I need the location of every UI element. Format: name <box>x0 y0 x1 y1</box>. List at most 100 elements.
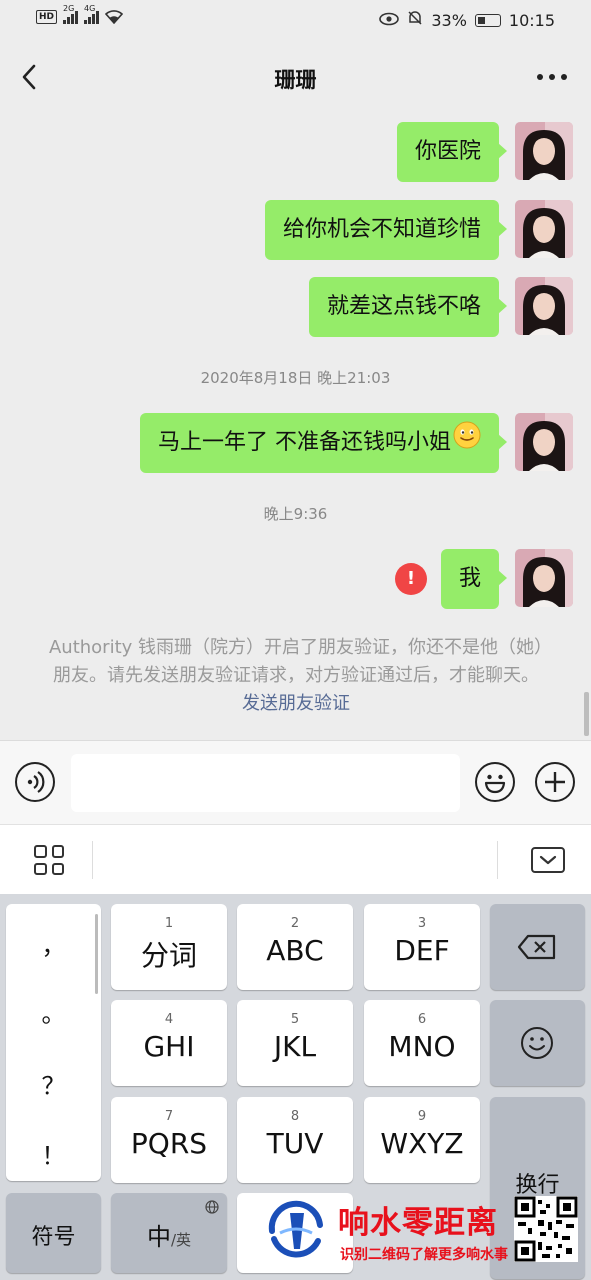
system-notice: Authority 钱雨珊（院方）开启了朋友验证，你还不是他（她）朋友。请先发送… <box>46 634 546 718</box>
backspace-key[interactable] <box>490 904 585 990</box>
emoji-button[interactable] <box>475 762 515 802</box>
clock: 10:15 <box>508 10 555 30</box>
key-6[interactable]: 6 MNO <box>364 1000 480 1086</box>
timestamp: 2020年8月18日 晚上21:03 <box>200 369 391 387</box>
symbols-key[interactable]: 符号 <box>6 1193 101 1273</box>
timestamp: 晚上9:36 <box>263 505 328 523</box>
key-number: 5 <box>290 1012 300 1027</box>
avatar[interactable] <box>515 549 573 607</box>
avatar[interactable] <box>515 122 573 180</box>
system-notice-text: Authority 钱雨珊（院方）开启了朋友验证，你还不是他（她）朋友。请先发送… <box>48 637 544 686</box>
key-5[interactable]: 5 JKL <box>237 1000 353 1086</box>
signal-icon-2: 4G <box>84 4 100 24</box>
message-input[interactable] <box>71 754 460 812</box>
add-more-button[interactable] <box>535 762 575 802</box>
watermark-title: 响水零距离 <box>338 1205 498 1241</box>
key-number: 3 <box>417 916 427 931</box>
key-label: TUV <box>266 1127 324 1160</box>
avatar[interactable] <box>515 200 573 258</box>
battery-percent: 33% <box>431 10 467 30</box>
key-1[interactable]: 1 分词 <box>111 904 227 990</box>
message-row: 就差这点钱不咯 <box>308 277 573 337</box>
message-bubble[interactable]: 给你机会不知道珍惜 <box>264 200 508 260</box>
more-dots-icon <box>537 74 567 80</box>
message-bubble[interactable]: 你医院 <box>396 122 508 182</box>
punctuation-column[interactable]: ， 。 ？ ！ <box>6 904 101 1181</box>
key-number: 4 <box>164 1012 174 1027</box>
key-number: 6 <box>417 1012 427 1027</box>
key-label: DEF <box>394 934 450 967</box>
qr-code <box>514 1196 578 1262</box>
divider <box>497 841 498 879</box>
divider <box>92 841 93 879</box>
keyboard-toolbar <box>0 824 591 894</box>
key-7[interactable]: 7 PQRS <box>111 1097 227 1183</box>
avatar[interactable] <box>515 277 573 335</box>
message-bubble[interactable]: 我 <box>440 549 508 609</box>
key-label: PQRS <box>130 1127 208 1160</box>
signal-icon-1: 2G <box>63 4 79 24</box>
more-options-button[interactable] <box>535 64 569 88</box>
scrollbar[interactable] <box>584 692 589 736</box>
voice-icon <box>27 771 45 793</box>
symbols-key-label: 符号 <box>31 1225 76 1250</box>
key-number: 7 <box>164 1109 174 1124</box>
key-label: 分词 <box>140 939 197 972</box>
message-row: 给你机会不知道珍惜 <box>264 200 573 260</box>
key-label: GHI <box>143 1030 195 1063</box>
key-4[interactable]: 4 GHI <box>111 1000 227 1086</box>
message-row: 你医院 <box>396 122 573 182</box>
key-2[interactable]: 2 ABC <box>237 904 353 990</box>
lang-sub: /英 <box>170 1231 192 1249</box>
emoji-key[interactable] <box>490 1000 585 1086</box>
key-number: 1 <box>164 916 174 931</box>
smile-emoji-icon <box>453 413 481 473</box>
plus-icon <box>545 772 565 792</box>
chat-header: 珊珊 <box>0 40 591 114</box>
voice-button[interactable] <box>15 762 55 802</box>
message-row: 马上一年了 不准备还钱吗小姐 <box>140 413 573 473</box>
wifi-icon <box>104 10 124 25</box>
key-label: JKL <box>273 1030 317 1063</box>
keyboard-menu-grid-icon[interactable] <box>34 845 64 875</box>
watermark-subtitle: 识别二维码了解更多响水事 <box>340 1247 508 1263</box>
key-9[interactable]: 9 WXYZ <box>364 1097 480 1183</box>
key-label: MNO <box>388 1030 456 1063</box>
key-number: 2 <box>290 916 300 931</box>
language-toggle-key[interactable]: 中/英 <box>111 1193 227 1273</box>
chat-title: 珊珊 <box>274 68 317 92</box>
key-label: WXYZ <box>380 1127 464 1160</box>
network-type-2: 4G <box>84 4 96 13</box>
emoji-face-icon <box>484 774 506 794</box>
hide-keyboard-button[interactable] <box>531 847 565 873</box>
key-number: 9 <box>417 1109 427 1124</box>
punct-exclaim[interactable]: ！ <box>6 1136 101 1171</box>
key-number: 8 <box>290 1109 300 1124</box>
chat-area[interactable]: 你医院 给你机会不知道珍惜 就差这点钱不咯 2020年8月18日 晚上21:03… <box>0 114 591 740</box>
key-3[interactable]: 3 DEF <box>364 904 480 990</box>
chevron-down-icon <box>539 855 557 865</box>
enter-key-label: 换行 <box>515 1173 560 1198</box>
watermark-logo <box>260 1195 332 1267</box>
eye-icon <box>379 11 400 30</box>
key-label: ABC <box>266 934 324 967</box>
backspace-icon <box>517 934 556 960</box>
status-bar: HD 2G 4G 33% 10:15 <box>0 0 591 40</box>
punct-question[interactable]: ？ <box>6 1066 101 1101</box>
message-bubble[interactable]: 马上一年了 不准备还钱吗小姐 <box>140 413 507 473</box>
smiley-icon <box>521 1027 553 1059</box>
input-bar <box>0 740 591 824</box>
mute-bell-icon <box>407 10 423 30</box>
punct-scrollbar[interactable] <box>95 914 98 994</box>
battery-icon <box>474 13 501 27</box>
send-failed-icon[interactable]: ! <box>394 563 427 595</box>
message-row: ! 我 <box>394 549 573 609</box>
punct-period[interactable]: 。 <box>6 994 101 1029</box>
globe-icon <box>205 1199 219 1218</box>
hd-icon: HD <box>36 10 58 24</box>
send-friend-request-link[interactable]: 发送朋友验证 <box>242 693 350 714</box>
key-8[interactable]: 8 TUV <box>237 1097 353 1183</box>
message-bubble[interactable]: 就差这点钱不咯 <box>308 277 508 337</box>
punct-comma[interactable]: ， <box>6 926 101 961</box>
avatar[interactable] <box>515 413 573 471</box>
